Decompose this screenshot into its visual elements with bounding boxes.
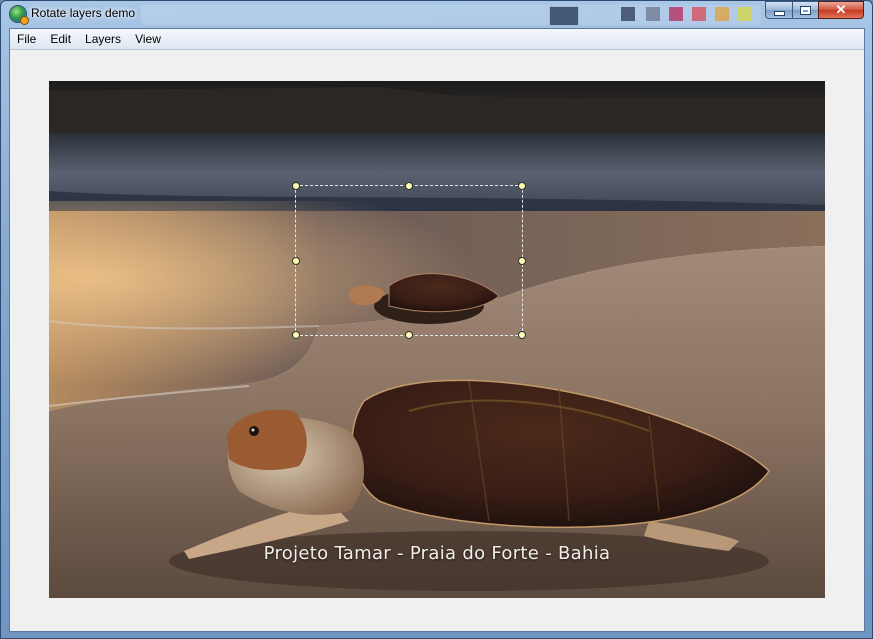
menu-bar: File Edit Layers View	[10, 29, 864, 50]
background-swatch	[621, 7, 635, 21]
menu-view[interactable]: View	[128, 29, 168, 49]
maximize-icon	[801, 6, 810, 14]
caption-buttons: ✕	[765, 1, 864, 20]
resize-handle-left[interactable]	[292, 256, 300, 265]
resize-handle-bottom[interactable]	[405, 331, 413, 339]
resize-handle-bottom-right[interactable]	[518, 331, 526, 339]
globe-icon[interactable]	[10, 6, 28, 24]
menu-edit[interactable]: Edit	[43, 29, 78, 49]
app-window: Rotate layers demo ✕ File Edit Layers Vi…	[0, 0, 873, 639]
beach-photo	[49, 81, 825, 598]
background-swatch	[669, 7, 683, 21]
menu-layers[interactable]: Layers	[78, 29, 128, 49]
client-area: File Edit Layers View Projeto Tamar - Pr…	[9, 28, 865, 632]
background-swatch	[549, 6, 579, 26]
photo-caption: Projeto Tamar - Praia do Forte - Bahia	[263, 543, 611, 564]
menu-file[interactable]: File	[10, 29, 43, 49]
minimize-button[interactable]	[765, 1, 792, 19]
selection-box[interactable]	[292, 182, 526, 339]
title-bar-glass	[141, 5, 761, 25]
resize-handle-top-right[interactable]	[518, 182, 526, 190]
image-canvas[interactable]: Projeto Tamar - Praia do Forte - Bahia	[49, 81, 825, 598]
window-title: Rotate layers demo	[31, 6, 136, 20]
background-swatch	[738, 7, 752, 21]
background-swatch	[646, 7, 660, 21]
resize-handle-top-left[interactable]	[292, 182, 300, 190]
minimize-icon	[774, 11, 784, 15]
resize-handle-bottom-left[interactable]	[292, 331, 300, 339]
resize-handle-right[interactable]	[518, 256, 526, 265]
background-swatch	[715, 7, 729, 21]
maximize-button[interactable]	[792, 1, 818, 19]
resize-handle-top[interactable]	[405, 182, 413, 190]
background-swatch	[692, 7, 706, 21]
close-button[interactable]: ✕	[818, 1, 864, 19]
title-bar[interactable]: Rotate layers demo ✕	[1, 1, 872, 27]
close-icon: ✕	[835, 2, 847, 17]
